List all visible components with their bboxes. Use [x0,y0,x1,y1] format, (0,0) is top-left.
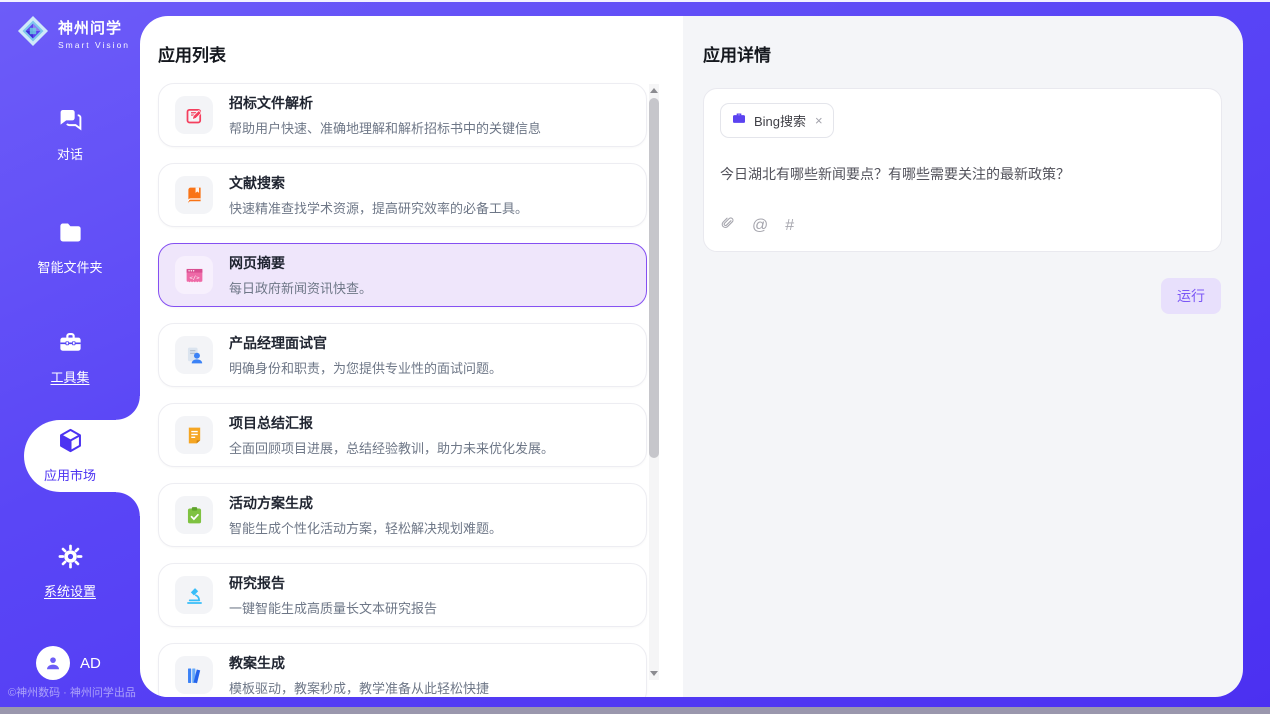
book-icon [175,176,213,214]
prompt-card[interactable]: Bing搜索 × 今日湖北有哪些新闻要点？有哪些需要关注的最新政策？ @ # [703,88,1222,252]
app-card-title: 产品经理面试官 [229,333,502,353]
toolbox-icon [57,343,84,360]
copyright-text: ©神州数码 · 神州问学出品 [8,684,140,700]
app-list: 招标文件解析帮助用户快速、准确地理解和解析招标书中的关键信息 文献搜索快速精准查… [140,66,683,697]
app-card[interactable]: 招标文件解析帮助用户快速、准确地理解和解析招标书中的关键信息 [158,83,647,147]
app-card-title: 项目总结汇报 [229,413,554,433]
app-card-title: 招标文件解析 [229,93,541,113]
app-card-title: 研究报告 [229,573,437,593]
app-card[interactable]: 教案生成模板驱动，教案秒成，教学准备从此轻松快捷 [158,643,647,697]
app-card-title: 网页摘要 [229,253,372,273]
paperclip-icon[interactable] [720,215,735,237]
sidebar-item-market[interactable]: 应用市场 [0,427,140,484]
sidebar-item-chat[interactable]: 对话 [0,106,140,163]
app-card-desc: 智能生成个性化活动方案，轻松解决规划难题。 [229,518,502,537]
sidebar-item-label: 系统设置 [0,581,140,600]
folder-icon [57,233,84,250]
user-name: AD [80,655,101,672]
books-icon [175,656,213,694]
svg-text:</>: </> [189,275,200,281]
gear-icon [57,557,84,574]
app-list-panel: 应用列表 招标文件解析帮助用户快速、准确地理解和解析招标书中的关键信息 文献搜索… [140,16,683,697]
app-card[interactable]: 文献搜索快速精准查找学术资源，提高研究效率的必备工具。 [158,163,647,227]
app-card-desc: 模板驱动，教案秒成，教学准备从此轻松快捷 [229,678,489,697]
sidebar: 神州问学 Smart Vision 对话 智能文件夹 工具集 应用市场 系统设置 [0,0,140,714]
app-card-title: 文献搜索 [229,173,528,193]
report-note-icon [175,416,213,454]
hash-icon[interactable]: # [785,217,794,235]
app-card-desc: 帮助用户快速、准确地理解和解析招标书中的关键信息 [229,118,541,137]
app-card-desc: 明确身份和职责，为您提供专业性的面试问题。 [229,358,502,377]
app-card[interactable]: </> 网页摘要每日政府新闻资讯快查。 [158,243,647,307]
brand-subtitle: Smart Vision [58,40,130,50]
app-card[interactable]: 项目总结汇报全面回顾项目进展，总结经验教训，助力未来优化发展。 [158,403,647,467]
sidebar-item-folders[interactable]: 智能文件夹 [0,219,140,276]
brand-logo: 神州问学 Smart Vision [16,14,130,53]
interviewer-icon [175,336,213,374]
scrollbar-thumb[interactable] [649,98,659,458]
app-card-desc: 一键智能生成高质量长文本研究报告 [229,598,437,617]
app-detail-panel: 应用详情 Bing搜索 × 今日湖北有哪些新闻要点？有哪些需要关注的最新政策？ [683,16,1243,697]
tool-chip-label: Bing搜索 [754,111,806,130]
composer-toolbar: @ # [720,215,794,237]
window-bottom-edge [0,707,1270,714]
scroll-up-icon[interactable] [650,88,658,93]
microscope-icon [175,576,213,614]
user-account[interactable]: AD [36,646,101,680]
tool-chip-bing-search[interactable]: Bing搜索 × [720,103,834,138]
app-window: 神州问学 Smart Vision 对话 智能文件夹 工具集 应用市场 系统设置 [0,0,1270,714]
scroll-down-icon[interactable] [650,671,658,676]
query-text[interactable]: 今日湖北有哪些新闻要点？有哪些需要关注的最新政策？ [720,164,1205,184]
edit-doc-icon [175,96,213,134]
app-card[interactable]: 产品经理面试官明确身份和职责，为您提供专业性的面试问题。 [158,323,647,387]
app-detail-title: 应用详情 [683,16,1243,66]
window-top-edge [0,0,1270,2]
clipboard-check-icon [175,496,213,534]
app-card-desc: 全面回顾项目进展，总结经验教训，助力未来优化发展。 [229,438,554,457]
sidebar-item-tools[interactable]: 工具集 [0,329,140,386]
brand-text: 神州问学 Smart Vision [58,17,130,50]
brand-title: 神州问学 [58,17,130,38]
webpage-icon: </> [175,256,213,294]
app-card-desc: 快速精准查找学术资源，提高研究效率的必备工具。 [229,198,528,217]
chat-icon [57,120,84,137]
chip-close-icon[interactable]: × [815,113,823,128]
cube-icon [57,441,84,458]
run-button[interactable]: 运行 [1161,278,1221,314]
app-card[interactable]: 活动方案生成智能生成个性化活动方案，轻松解决规划难题。 [158,483,647,547]
sidebar-item-label: 工具集 [0,367,140,386]
app-card-title: 活动方案生成 [229,493,502,513]
briefcase-icon [731,110,747,131]
at-icon[interactable]: @ [752,217,768,235]
sidebar-item-label: 应用市场 [0,465,140,484]
app-card-title: 教案生成 [229,653,489,673]
app-list-scrollbar[interactable] [649,84,659,680]
brand-diamond-icon [16,14,50,53]
sidebar-item-label: 对话 [0,144,140,163]
sidebar-item-settings[interactable]: 系统设置 [0,543,140,600]
app-card-desc: 每日政府新闻资讯快查。 [229,278,372,297]
sidebar-item-label: 智能文件夹 [0,257,140,276]
app-list-title: 应用列表 [140,16,683,66]
app-card[interactable]: 研究报告一键智能生成高质量长文本研究报告 [158,563,647,627]
run-row: 运行 [683,278,1221,314]
user-avatar-icon [36,646,70,680]
